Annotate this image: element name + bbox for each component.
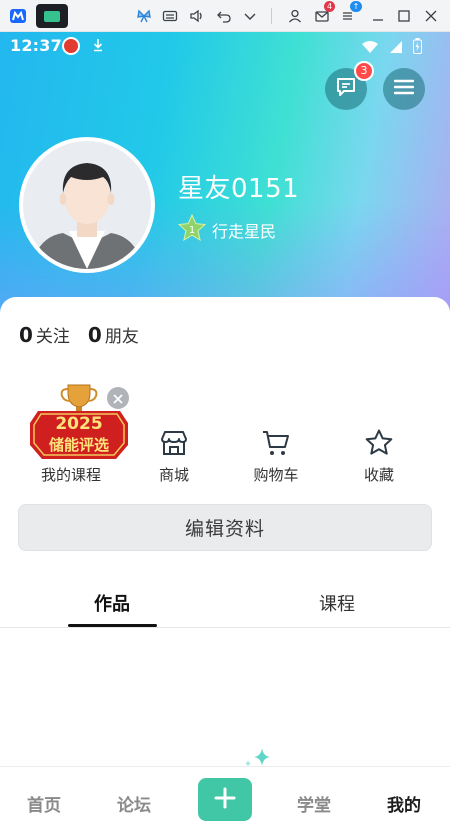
- status-bar: 12:37: [0, 32, 450, 60]
- wifi-icon: [361, 39, 379, 58]
- promo-close-button[interactable]: [107, 387, 129, 409]
- store-icon: [158, 427, 190, 459]
- butterfly-icon[interactable]: [134, 6, 154, 26]
- plus-icon: [214, 787, 236, 813]
- quick-link-label: 我的课程: [40, 466, 101, 484]
- social-stats: 0 关注 0 朋友: [19, 322, 139, 347]
- create-post-button[interactable]: [198, 778, 252, 821]
- quick-link-favorites[interactable]: 收藏: [339, 427, 419, 491]
- mail-icon[interactable]: 4: [312, 1, 335, 26]
- username: 星友0151: [178, 174, 300, 204]
- svg-text:1: 1: [189, 225, 195, 236]
- quick-link-cart[interactable]: 购物车: [236, 427, 316, 491]
- tab-works[interactable]: 作品: [94, 590, 130, 616]
- chevron-down-icon[interactable]: [240, 6, 260, 26]
- menu-button[interactable]: [383, 68, 425, 110]
- bottom-navigation: 首页 论坛 学堂 我的: [0, 766, 450, 830]
- toolbar-divider: [271, 8, 272, 24]
- following-stat[interactable]: 0 关注: [19, 322, 70, 347]
- messages-button[interactable]: 3: [325, 61, 374, 110]
- nav-me[interactable]: 我的: [387, 791, 421, 816]
- quick-link-store[interactable]: 商城: [134, 427, 214, 491]
- quick-link-label: 商城: [158, 466, 189, 484]
- star-icon: [363, 427, 395, 459]
- content-tabs: 作品 课程: [0, 580, 450, 628]
- level-label: 行走星民: [212, 222, 277, 241]
- message-icon: [335, 76, 357, 102]
- nav-academy[interactable]: 学堂: [297, 791, 331, 816]
- level-star-icon: 1: [177, 213, 207, 246]
- battery-icon: [413, 38, 422, 58]
- default-avatar-icon: [23, 141, 151, 269]
- nav-forum[interactable]: 论坛: [117, 791, 151, 816]
- undo-icon[interactable]: [214, 6, 234, 26]
- emulator-app-tab[interactable]: [36, 4, 68, 28]
- account-icon[interactable]: [285, 6, 305, 26]
- friends-stat[interactable]: 0 朋友: [88, 322, 139, 347]
- mail-badge: 4: [324, 1, 335, 12]
- emulator-toolbar: 4 ↑: [0, 0, 450, 32]
- profile-card: [0, 297, 450, 830]
- tab-courses[interactable]: 课程: [319, 590, 355, 616]
- upload-badge-icon: ↑: [350, 1, 362, 12]
- maximize-icon[interactable]: [394, 6, 414, 26]
- edit-profile-button[interactable]: 编辑资料: [18, 504, 432, 551]
- quick-link-label: 购物车: [253, 466, 299, 484]
- cart-icon: [260, 427, 292, 459]
- user-level: 1 行走星民: [177, 213, 277, 246]
- keyboard-icon[interactable]: [160, 6, 180, 26]
- message-badge: 3: [354, 61, 374, 81]
- download-icon: [92, 38, 104, 55]
- promo-year: 2025: [55, 414, 103, 434]
- active-tab-indicator: [68, 624, 157, 627]
- promo-text: 储能评选: [48, 436, 109, 454]
- trophy-icon: [60, 384, 98, 415]
- notification-app-icon: [62, 37, 80, 55]
- menu-upload-icon[interactable]: ↑: [339, 1, 362, 26]
- avatar[interactable]: [19, 137, 155, 273]
- quick-link-label: 收藏: [363, 466, 394, 484]
- hamburger-menu-icon: [393, 78, 415, 100]
- nav-home[interactable]: 首页: [27, 791, 61, 816]
- signal-icon: [389, 39, 403, 58]
- close-icon: [113, 389, 123, 408]
- status-time: 12:37: [10, 36, 62, 55]
- close-icon[interactable]: [421, 6, 441, 26]
- volume-icon[interactable]: [187, 6, 207, 26]
- minimize-icon[interactable]: [368, 6, 388, 26]
- emulator-logo-icon: [10, 9, 26, 23]
